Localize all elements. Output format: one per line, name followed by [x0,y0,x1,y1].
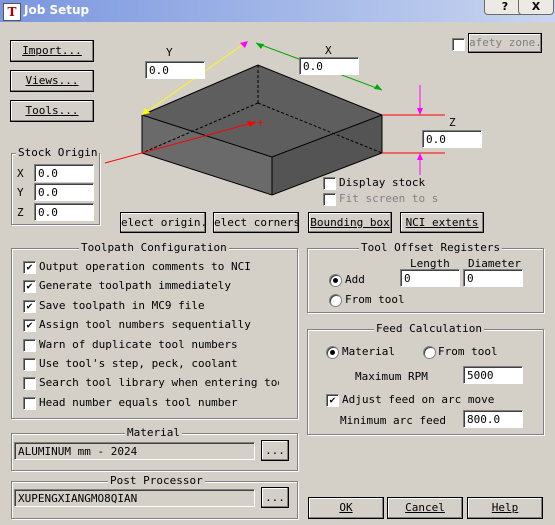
z-arrow-icon [417,108,423,115]
close-title-button[interactable]: X [518,0,554,15]
feed-from-tool-radio[interactable] [423,346,436,359]
feed-material-radio[interactable] [326,346,339,359]
feed-material-label: Material [342,345,395,358]
views-button[interactable]: Views... [10,70,94,92]
y-arrow-icon [240,41,248,48]
diameter-field[interactable]: 0 [463,269,523,287]
max-rpm-label: Maximum RPM [355,370,428,383]
y-dim-field[interactable]: 0.0 [145,61,205,79]
toolpath-option-label: Assign tool numbers sequentially [39,318,251,332]
toolpath-option-label: Head number equals tool number [39,395,238,409]
display-stock-label: Display stock [339,176,426,189]
feed-from-tool-label: From tool [438,345,498,358]
adjust-feed-checkbox[interactable]: ✔ [326,394,339,407]
toolpath-config-group [11,248,298,419]
fit-screen-checkbox[interactable] [323,193,336,206]
display-stock-checkbox[interactable] [323,177,336,190]
toolpath-option-checkbox[interactable]: ✔ [23,319,36,333]
safety-zone-checkbox[interactable] [452,38,465,51]
safety-zone-button[interactable]: afety zone.. [468,33,542,53]
cancel-button[interactable]: Cancel [387,497,463,519]
origin-z-label: Z [17,206,24,219]
toolpath-option-checkbox[interactable] [23,396,36,410]
offset-from-tool-radio[interactable] [329,294,342,307]
origin-x-field[interactable]: 0.0 [34,164,94,182]
min-arc-field[interactable]: 800.0 [463,410,523,428]
tools-button[interactable]: Tools... [10,100,94,122]
tool-offset-title: Tool Offset Registers [359,241,503,254]
toolpath-config-title: Toolpath Configuration [79,241,229,254]
nci-extents-button[interactable]: NCI extents [400,212,484,233]
import-button[interactable]: Import... [10,40,94,62]
stock-origin-title: Stock Origin [16,146,100,159]
min-arc-label: Minimum arc feed [340,414,446,427]
z-dim-label: Z [449,116,456,129]
origin-z-field[interactable]: 0.0 [34,203,94,221]
x-arrow-icon [256,43,264,49]
toolpath-option-label: Save toolpath in MC9 file [39,298,205,312]
toolpath-option-checkbox[interactable]: ✔ [23,280,36,294]
z-dim-field[interactable]: 0.0 [422,130,482,148]
toolpath-option-checkbox[interactable] [23,338,36,352]
toolpath-option-label: Warn of duplicate tool numbers [39,337,238,351]
select-origin-button[interactable]: elect origin.. [120,212,206,233]
x-dim-label: X [325,44,332,57]
post-processor-browse-button[interactable]: ... [261,487,289,508]
y-dim-label: Y [166,46,173,59]
bounding-box-button[interactable]: Bounding box [308,212,392,233]
toolpath-option-label: Generate toolpath immediately [39,279,232,293]
material-title: Material [125,426,182,439]
offset-add-radio[interactable] [329,274,342,287]
toolpath-option-label: Output operation comments to NCI [39,260,251,273]
fit-screen-label: Fit screen to s [339,192,439,205]
origin-y-label: Y [17,186,24,199]
origin-x-label: X [17,167,24,180]
select-corners-button[interactable]: elect corners.. [213,212,299,233]
toolpath-option-checkbox[interactable]: ✔ [23,261,36,274]
material-field[interactable]: ALUMINUM mm - 2024 [14,442,255,460]
adjust-feed-label: Adjust feed on arc move [342,393,495,406]
toolpath-option-label: Search tool library when entering tool r [39,376,279,390]
app-icon: T [3,3,21,21]
ok-button[interactable]: OK [308,497,384,519]
length-field[interactable]: 0 [400,269,460,287]
max-rpm-field[interactable]: 5000 [463,366,523,384]
toolpath-option-checkbox[interactable]: ✔ [23,299,36,313]
post-processor-field[interactable]: XUPENGXIANGMO8QIAN [14,489,255,507]
origin-marker-icon: + [257,116,264,129]
toolpath-option-checkbox[interactable] [23,358,36,371]
material-browse-button[interactable]: ... [261,440,289,461]
title-bar: T Job Setup ? X [0,0,555,22]
offset-from-tool-label: From tool [345,293,405,306]
post-processor-title: Post Processor [108,474,205,487]
window-title: Job Setup [24,3,90,17]
toolpath-option-checkbox[interactable] [23,377,36,391]
feed-calc-title: Feed Calculation [374,322,484,335]
toolpath-option-label: Use tool's step, peck, coolant [39,357,238,370]
help-button[interactable]: Help [467,497,543,519]
offset-add-label: Add [345,273,365,286]
origin-y-field[interactable]: 0.0 [34,183,94,201]
x-dim-field[interactable]: 0.0 [299,57,359,75]
